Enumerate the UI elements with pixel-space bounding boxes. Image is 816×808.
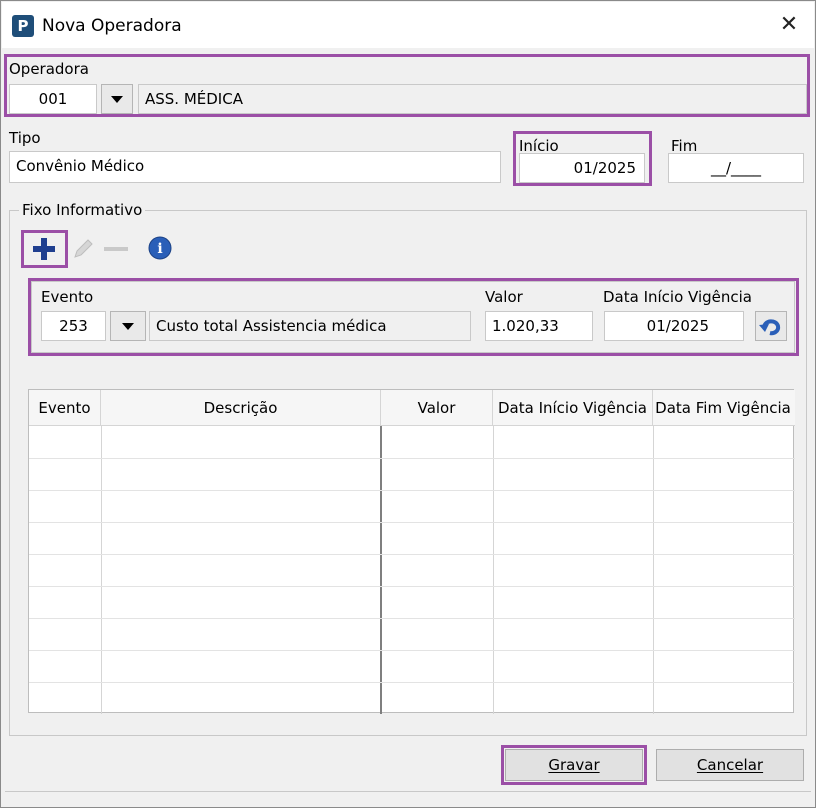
- minus-icon: [104, 247, 128, 251]
- operadora-name-field: ASS. MÉDICA: [138, 84, 807, 114]
- close-icon: ✕: [779, 12, 799, 37]
- info-icon: i: [148, 236, 172, 260]
- evento-code-field[interactable]: 253: [41, 311, 106, 341]
- evento-dropdown-button[interactable]: [110, 311, 146, 341]
- table-row: [29, 458, 795, 459]
- column-header-descricao[interactable]: Descrição: [101, 390, 381, 426]
- add-button[interactable]: [25, 233, 65, 265]
- column-divider: [101, 426, 102, 714]
- data-inicio-vigencia-label: Data Início Vigência: [603, 288, 753, 306]
- inicio-field[interactable]: 01/2025: [519, 153, 645, 183]
- info-button[interactable]: i: [147, 235, 175, 263]
- cancelar-button[interactable]: Cancelar: [656, 749, 804, 781]
- table-row: [29, 490, 795, 491]
- table-header: Evento Descrição Valor Data Início Vigên…: [29, 390, 795, 426]
- pencil-icon: [74, 239, 93, 258]
- app-logo-icon: P: [12, 15, 34, 37]
- close-button[interactable]: ✕: [774, 10, 804, 40]
- table-row: [29, 682, 795, 683]
- remove-button[interactable]: [101, 239, 131, 259]
- dialog-window: P Nova Operadora ✕ Operadora 001 ASS. MÉ…: [0, 0, 816, 808]
- table-row: [29, 650, 795, 651]
- data-inicio-vigencia-field[interactable]: 01/2025: [604, 311, 744, 341]
- table-row: [29, 554, 795, 555]
- edit-button[interactable]: [69, 235, 97, 263]
- gravar-button[interactable]: Gravar: [505, 749, 643, 781]
- operadora-label: Operadora: [9, 60, 89, 78]
- fixo-informativo-title: Fixo Informativo: [19, 201, 146, 219]
- evento-label: Evento: [41, 288, 94, 306]
- table-row: [29, 522, 795, 523]
- valor-field[interactable]: 1.020,33: [485, 311, 593, 341]
- undo-icon: [759, 319, 781, 336]
- column-divider: [493, 426, 494, 714]
- fixo-informativo-table[interactable]: Evento Descrição Valor Data Início Vigên…: [28, 389, 795, 714]
- operadora-code-field[interactable]: 001: [9, 84, 97, 114]
- tipo-label: Tipo: [9, 129, 41, 147]
- svg-text:i: i: [157, 241, 162, 257]
- title-bar: P Nova Operadora ✕: [2, 2, 814, 48]
- fim-field[interactable]: __/____: [668, 153, 804, 183]
- column-header-valor[interactable]: Valor: [381, 390, 493, 426]
- window-title: Nova Operadora: [42, 16, 182, 36]
- plus-icon: [33, 238, 55, 260]
- column-header-evento[interactable]: Evento: [29, 390, 101, 426]
- gravar-button-label: Gravar: [548, 756, 600, 774]
- column-header-data-fim-vigencia[interactable]: Data Fim Vigência: [653, 390, 793, 426]
- valor-label: Valor: [485, 288, 523, 306]
- cancelar-button-label: Cancelar: [696, 756, 764, 774]
- column-divider: [380, 426, 382, 714]
- table-row: [29, 618, 795, 619]
- table-row: [29, 586, 795, 587]
- status-bar: [5, 791, 811, 803]
- operadora-dropdown-button[interactable]: [101, 84, 133, 114]
- undo-button[interactable]: [755, 311, 787, 341]
- column-header-data-inicio-vigencia[interactable]: Data Início Vigência: [493, 390, 653, 426]
- tipo-field[interactable]: Convênio Médico: [9, 151, 501, 183]
- column-divider: [653, 426, 654, 714]
- evento-description-field: Custo total Assistencia médica: [149, 311, 471, 341]
